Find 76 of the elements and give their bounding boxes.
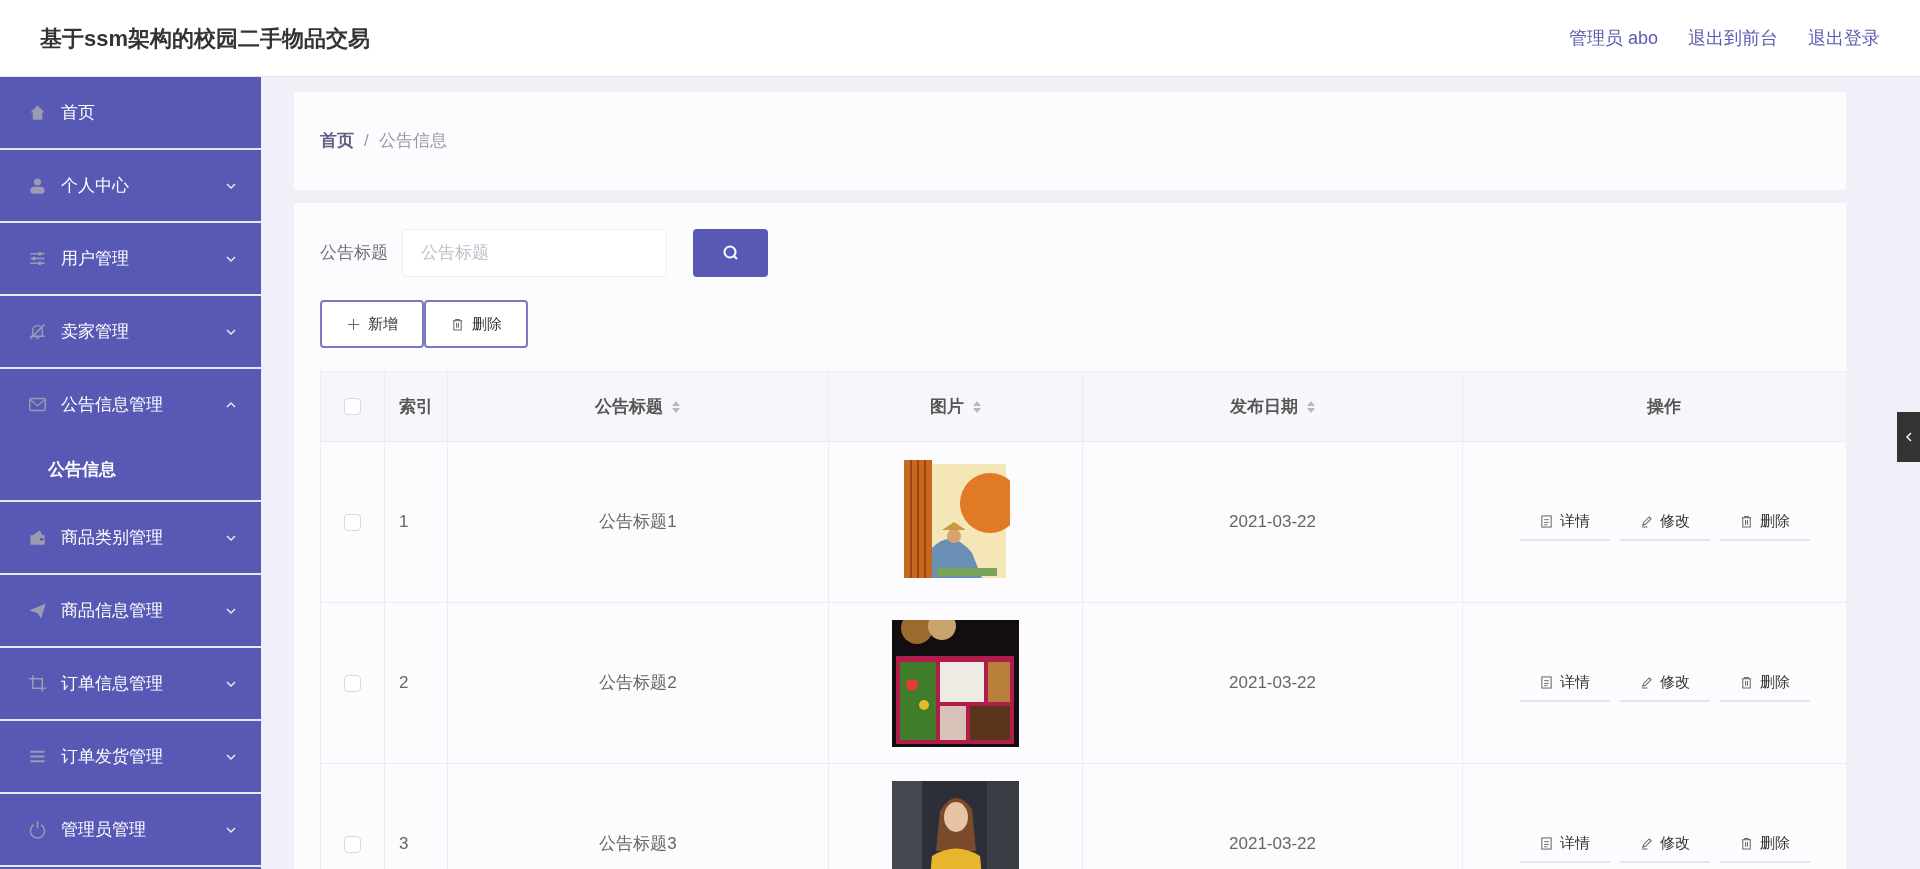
detail-button[interactable]: 详情	[1519, 503, 1610, 541]
mail-icon	[28, 395, 47, 414]
search-button[interactable]	[693, 229, 768, 277]
sidebar-item[interactable]: 用户管理	[0, 223, 261, 294]
header-link[interactable]: 退出到前台	[1688, 24, 1778, 52]
header-link[interactable]: 管理员 abo	[1568, 24, 1658, 52]
delete-button[interactable]: 删除	[1719, 503, 1810, 541]
sidebar-item[interactable]: 商品类别管理	[0, 502, 261, 573]
wallet-icon	[28, 528, 47, 547]
sidebar-item[interactable]: 商品信息管理	[0, 575, 261, 646]
chevron-left-icon	[1904, 432, 1913, 442]
title-cell-text: 公告标题1	[599, 511, 677, 534]
title-cell-text: 公告标题3	[599, 833, 677, 856]
sort-icon[interactable]	[1305, 399, 1316, 414]
sidebar-item[interactable]: 卖家管理	[0, 296, 261, 367]
pencil-icon	[1639, 675, 1653, 689]
bell-off-icon	[28, 322, 47, 341]
breadcrumb-item: 公告信息	[378, 130, 447, 153]
sidebar-item[interactable]: 个人中心	[0, 150, 261, 221]
detail-button[interactable]: 详情	[1519, 825, 1610, 863]
column-header: 操作	[1647, 395, 1681, 418]
document-icon	[1539, 514, 1553, 528]
search-icon	[721, 244, 740, 262]
delete-button[interactable]: 删除	[424, 300, 528, 348]
sidebar-item[interactable]: 订单信息管理	[0, 648, 261, 719]
index-cell-text: 2	[399, 672, 409, 695]
home-icon	[28, 103, 47, 122]
edit-button[interactable]: 修改	[1619, 503, 1710, 541]
index-cell-text: 1	[399, 511, 409, 534]
column-header[interactable]: 发布日期	[1229, 393, 1298, 420]
column-header: 索引	[399, 395, 433, 418]
collapse-tab[interactable]	[1897, 412, 1920, 462]
title-cell-text: 公告标题2	[599, 672, 677, 695]
trash-icon	[450, 317, 464, 331]
add-button[interactable]: 新增	[320, 300, 424, 348]
detail-button[interactable]: 详情	[1519, 664, 1610, 702]
row-checkbox[interactable]	[344, 513, 361, 531]
sidebar-item[interactable]: 公告信息管理	[0, 369, 261, 440]
column-header[interactable]: 公告标题	[595, 393, 663, 420]
document-icon	[1539, 675, 1553, 689]
sidebar-item[interactable]: 管理员管理	[0, 794, 261, 865]
column-header[interactable]: 图片	[929, 393, 964, 420]
edit-button[interactable]: 修改	[1619, 825, 1710, 863]
date-cell-text: 2021-03-22	[1229, 511, 1316, 534]
index-cell-text: 3	[399, 833, 409, 856]
breadcrumb-separator: /	[364, 130, 369, 153]
pencil-icon	[1639, 514, 1653, 528]
user-icon	[28, 176, 47, 195]
delete-button[interactable]: 删除	[1719, 664, 1810, 702]
sort-icon[interactable]	[671, 399, 681, 414]
sliders-icon	[28, 249, 47, 268]
document-icon	[1539, 836, 1553, 850]
row-checkbox[interactable]	[344, 674, 361, 692]
sidebar-item[interactable]: 首页	[0, 77, 261, 148]
date-cell-text: 2021-03-22	[1229, 672, 1316, 695]
sort-icon[interactable]	[971, 399, 982, 414]
power-icon	[28, 820, 47, 839]
edit-button[interactable]: 修改	[1619, 664, 1710, 702]
crop-icon	[28, 674, 47, 693]
header-link[interactable]: 退出登录	[1808, 24, 1880, 52]
paper-plane-icon	[28, 601, 47, 620]
breadcrumb-item[interactable]: 首页	[320, 128, 354, 154]
search-label: 公告标题	[320, 242, 388, 265]
app-title: 基于ssm架构的校园二手物品交易	[40, 24, 371, 53]
search-field[interactable]: 公告标题	[402, 229, 667, 277]
trash-icon	[1739, 514, 1753, 528]
pencil-icon	[1639, 836, 1653, 850]
row-checkbox[interactable]	[344, 835, 361, 853]
trash-icon	[1739, 836, 1753, 850]
delete-button[interactable]: 删除	[1719, 825, 1810, 863]
sidebar-subitem[interactable]: 公告信息	[0, 440, 261, 500]
sidebar-item[interactable]: 订单发货管理	[0, 721, 261, 792]
select-all-checkbox[interactable]	[344, 398, 361, 415]
plus-icon	[346, 317, 360, 331]
date-cell-text: 2021-03-22	[1229, 833, 1316, 856]
trash-icon	[1739, 675, 1753, 689]
